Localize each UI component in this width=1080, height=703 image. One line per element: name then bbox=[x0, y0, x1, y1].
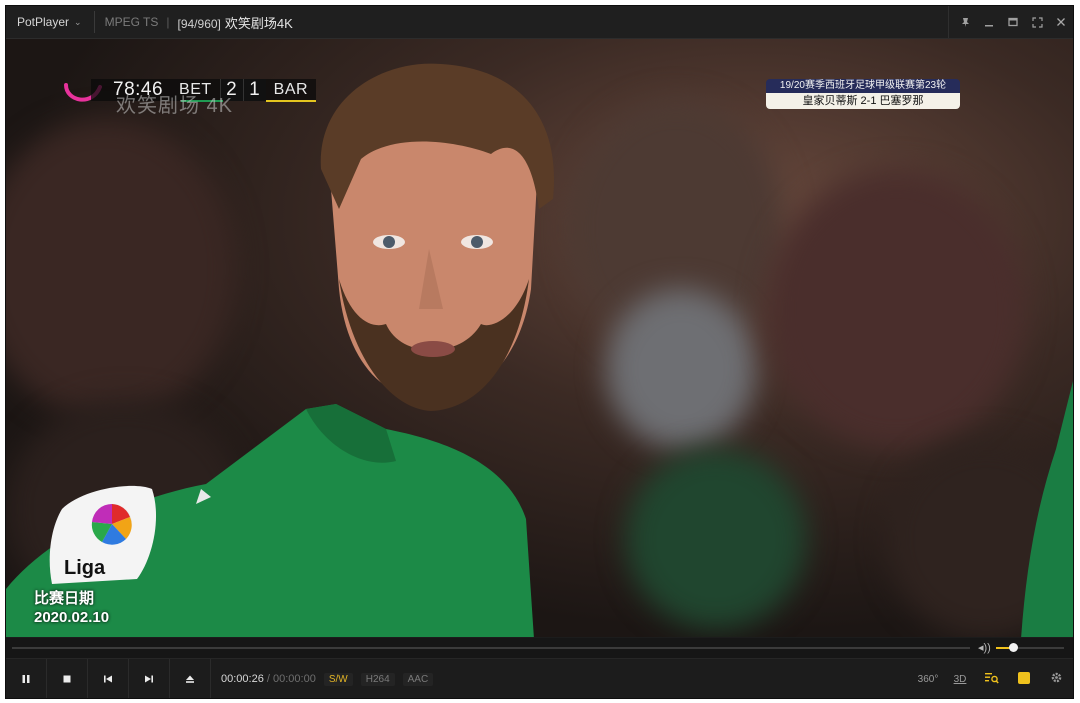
eject-button[interactable] bbox=[170, 659, 211, 698]
previous-button[interactable] bbox=[88, 659, 129, 698]
match-info-banner: 19/20赛季西班牙足球甲级联赛第23轮 皇家贝蒂斯 2-1 巴塞罗那 bbox=[766, 79, 960, 109]
player-silhouette bbox=[1021, 381, 1073, 637]
seek-bar[interactable] bbox=[12, 647, 970, 649]
window-title: [94/960] 欢笑剧场4K bbox=[178, 13, 293, 32]
time-display: 00:00:26 / 00:00:00 bbox=[221, 673, 316, 685]
stop-icon bbox=[63, 675, 71, 683]
volume-handle[interactable] bbox=[1009, 643, 1018, 652]
video-codec-badge[interactable]: H264 bbox=[360, 672, 395, 686]
next-icon bbox=[145, 675, 153, 683]
divider-bar: | bbox=[166, 15, 170, 29]
match-date: 比赛日期 2020.02.10 bbox=[34, 589, 109, 627]
playlist-position: [94/960] bbox=[177, 16, 221, 31]
video-frame[interactable]: ■ ooovil ito Liga bbox=[6, 39, 1073, 637]
pin-icon[interactable] bbox=[953, 6, 977, 38]
crowd-background bbox=[626, 449, 806, 629]
maximize-icon[interactable] bbox=[1001, 6, 1025, 38]
crowd-background bbox=[766, 169, 1026, 449]
settings-button[interactable] bbox=[1045, 671, 1067, 687]
playlist-search-icon bbox=[985, 672, 999, 684]
time-separator: / bbox=[266, 673, 270, 685]
eject-icon bbox=[186, 675, 194, 683]
channel-watermark: 欢笑剧场 4K bbox=[116, 95, 234, 117]
vr-360-button[interactable]: 360° bbox=[917, 674, 939, 685]
stop-button[interactable] bbox=[47, 659, 88, 698]
pause-button[interactable] bbox=[6, 659, 47, 698]
total-time: 00:00:00 bbox=[273, 673, 316, 685]
match-date-label: 比赛日期 bbox=[34, 590, 95, 607]
format-label: MPEG TS bbox=[104, 15, 159, 29]
gear-icon bbox=[1051, 672, 1061, 683]
volume-icon[interactable]: ◂)) bbox=[978, 641, 991, 654]
subtitle-button[interactable] bbox=[1013, 671, 1035, 687]
match-date-value: 2020.02.10 bbox=[34, 609, 110, 626]
close-icon[interactable] bbox=[1049, 6, 1073, 38]
channel-title: 欢笑剧场4K bbox=[224, 15, 293, 31]
subtitle-icon bbox=[1018, 671, 1030, 684]
divider bbox=[93, 11, 95, 33]
control-bar: 00:00:26 / 00:00:00 S/W H264 AAC 360° 3D bbox=[6, 658, 1073, 698]
audio-codec-badge[interactable]: AAC bbox=[402, 672, 434, 686]
app-menu-button[interactable]: PotPlayer ⌄ bbox=[6, 15, 82, 29]
crowd-background bbox=[606, 289, 756, 449]
pause-icon bbox=[22, 675, 30, 683]
potplayer-window: PotPlayer ⌄ MPEG TS | [94/960] 欢笑剧场4K Li… bbox=[5, 5, 1074, 699]
window-controls bbox=[948, 6, 1073, 38]
chevron-down-icon: ⌄ bbox=[74, 16, 82, 27]
away-team-underline bbox=[266, 100, 317, 102]
away-team: BAR bbox=[273, 81, 309, 98]
playlist-search-button[interactable] bbox=[981, 672, 1003, 687]
fullscreen-icon[interactable] bbox=[1025, 6, 1049, 38]
3d-button[interactable]: 3D bbox=[949, 674, 971, 685]
app-name: PotPlayer bbox=[17, 15, 70, 29]
player-head bbox=[320, 63, 555, 411]
match-result: 皇家贝蒂斯 2-1 巴塞罗那 bbox=[766, 93, 960, 109]
svg-text:Liga: Liga bbox=[64, 557, 106, 579]
divider bbox=[948, 6, 949, 38]
next-button[interactable] bbox=[129, 659, 170, 698]
minimize-icon[interactable] bbox=[977, 6, 1001, 38]
right-controls: 360° 3D bbox=[917, 659, 1067, 698]
laliga-badge: Liga bbox=[49, 485, 157, 584]
previous-icon bbox=[104, 675, 112, 683]
away-score: 1 bbox=[242, 79, 266, 101]
match-round: 19/20赛季西班牙足球甲级联赛第23轮 bbox=[766, 79, 960, 93]
title-bar: PotPlayer ⌄ MPEG TS | [94/960] 欢笑剧场4K bbox=[6, 6, 1073, 39]
current-time: 00:00:26 bbox=[221, 673, 264, 685]
seek-row: ◂)) bbox=[6, 638, 1073, 658]
decoder-badge[interactable]: S/W bbox=[323, 672, 353, 686]
